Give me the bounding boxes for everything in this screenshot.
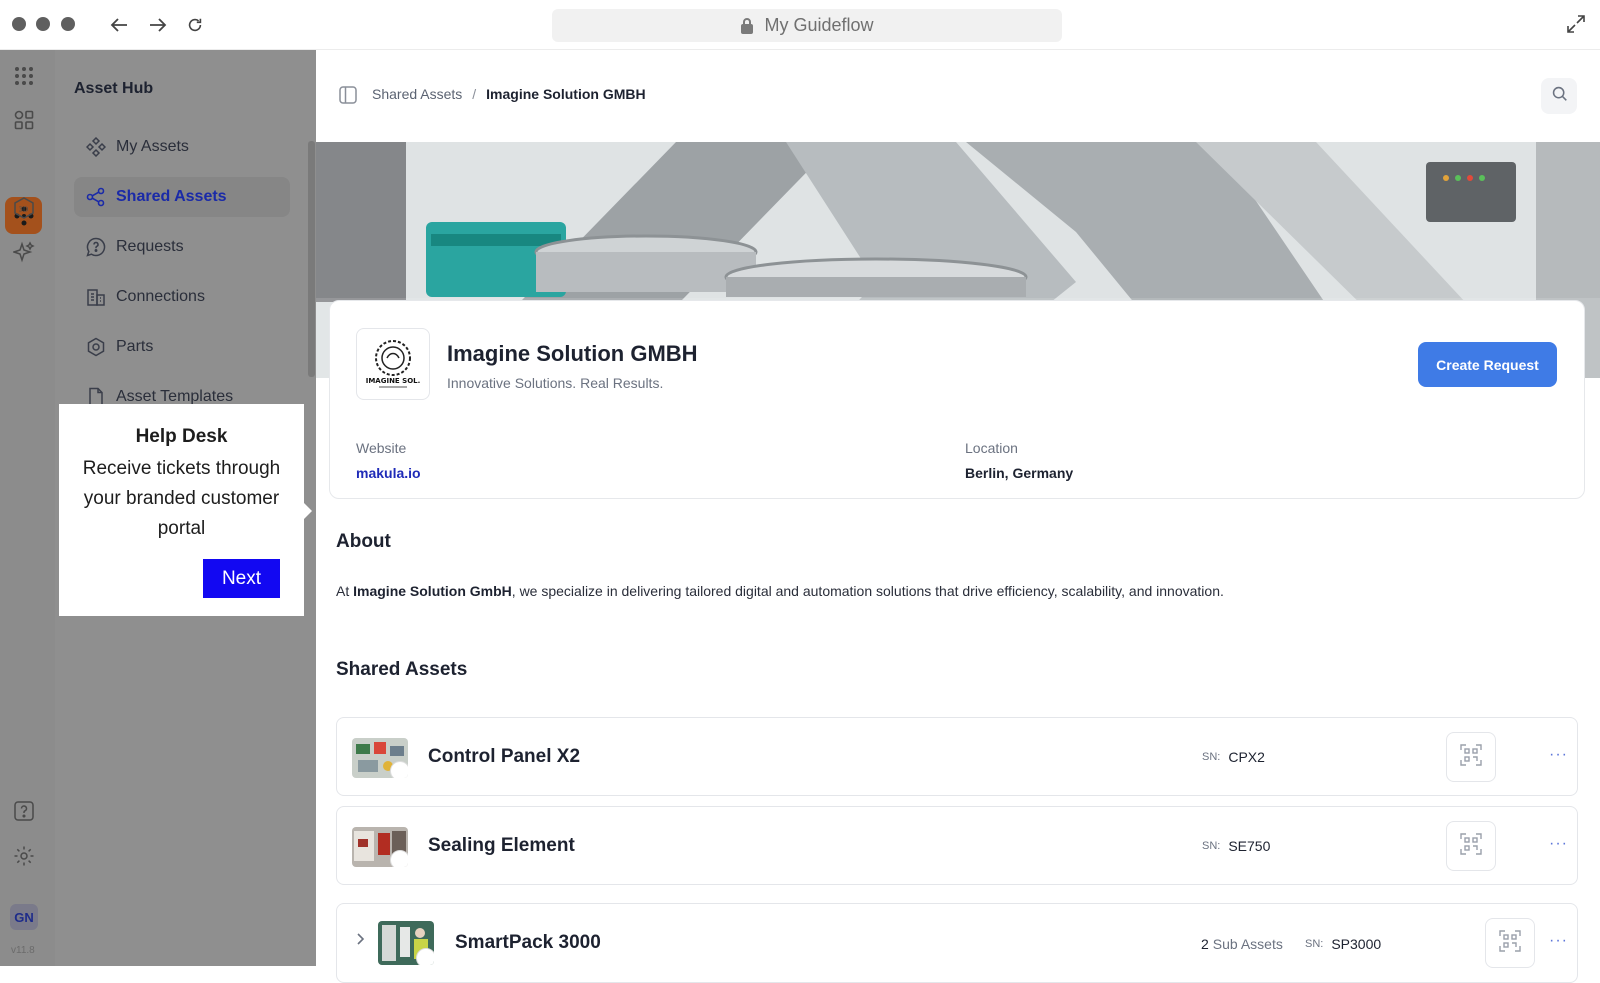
- qr-code-button[interactable]: [1485, 918, 1535, 968]
- reload-icon[interactable]: [182, 12, 208, 38]
- forward-arrow-icon[interactable]: [144, 12, 170, 38]
- asset-thumbnail: [352, 738, 408, 778]
- asset-name[interactable]: Control Panel X2: [428, 746, 580, 768]
- company-name: Imagine Solution GMBH: [447, 341, 698, 366]
- window-close-dot[interactable]: [12, 17, 26, 31]
- qr-code-button[interactable]: [1446, 732, 1496, 782]
- asset-row[interactable]: Sealing Element SN: SE750 ···: [336, 806, 1578, 885]
- address-bar-title: My Guideflow: [764, 15, 874, 35]
- window-maximize-dot[interactable]: [61, 17, 75, 31]
- ai-sparkle-icon[interactable]: [13, 241, 35, 263]
- qr-scan-icon: [1460, 832, 1482, 860]
- company-logo: IMAGINE SOL.: [356, 328, 430, 400]
- location-value: Berlin, Germany: [965, 465, 1074, 481]
- user-avatar[interactable]: GN: [10, 904, 38, 930]
- shared-assets-title: Shared Assets: [336, 659, 468, 680]
- sidebar-item-label: Requests: [116, 238, 184, 255]
- app-icon-rail: 3D: [0, 50, 55, 966]
- create-request-button[interactable]: Create Request: [1418, 342, 1557, 387]
- asset-owner-badge: [390, 850, 408, 867]
- browser-toolbar: My Guideflow: [0, 0, 1600, 50]
- search-icon: [1551, 85, 1568, 107]
- lock-icon: [740, 17, 754, 34]
- 3d-viewer-icon[interactable]: 3D: [13, 197, 35, 219]
- onboarding-tooltip: Help Desk Receive tickets through your b…: [59, 404, 312, 616]
- about-title: About: [336, 531, 391, 552]
- website-link[interactable]: makula.io: [356, 465, 421, 481]
- back-arrow-icon[interactable]: [107, 12, 133, 38]
- company-info-card: [329, 300, 1585, 499]
- sidebar-item-parts[interactable]: Parts: [74, 327, 290, 367]
- breadcrumb-separator: /: [472, 86, 477, 102]
- help-icon[interactable]: [13, 800, 35, 822]
- sidebar-item-label: Shared Assets: [116, 188, 227, 205]
- settings-gear-icon[interactable]: [13, 845, 35, 867]
- more-options-button[interactable]: ···: [1549, 932, 1568, 950]
- sidebar-title: Asset Hub: [74, 80, 154, 97]
- qr-scan-icon: [1499, 929, 1521, 957]
- website-label: Website: [356, 440, 407, 456]
- expand-chevron-icon[interactable]: [353, 932, 367, 951]
- logo-wordmark: IMAGINE SOL.: [366, 377, 421, 385]
- tooltip-next-button[interactable]: Next: [203, 559, 280, 598]
- asset-row[interactable]: SmartPack 3000 2 Sub Assets SN: SP3000 ···: [336, 903, 1578, 983]
- more-options-button[interactable]: ···: [1549, 746, 1568, 764]
- asset-row[interactable]: Control Panel X2 SN: CPX2 ···: [336, 717, 1578, 796]
- breadcrumb-current: Imagine Solution GMBH: [486, 86, 646, 102]
- company-tagline: Innovative Solutions. Real Results.: [447, 375, 664, 391]
- asset-owner-badge: [416, 948, 434, 965]
- asset-thumbnail: [352, 827, 408, 867]
- about-company-name: Imagine Solution GmbH: [353, 583, 512, 599]
- asset-name[interactable]: Sealing Element: [428, 835, 575, 857]
- sidebar-item-label: Connections: [116, 288, 205, 305]
- sidebar-item-requests[interactable]: Requests: [74, 227, 290, 267]
- tooltip-body: Receive tickets through your branded cus…: [82, 458, 281, 539]
- asset-owner-badge: [390, 761, 408, 778]
- sidebar-scrollbar[interactable]: [308, 141, 315, 377]
- apps-grid-icon[interactable]: [13, 65, 35, 87]
- tooltip-title: Help Desk: [135, 426, 228, 447]
- sub-assets-count[interactable]: 2 Sub Assets: [1201, 936, 1283, 952]
- sidebar-item-label: My Assets: [116, 138, 189, 155]
- sidebar-item-shared-assets[interactable]: Shared Assets: [74, 177, 290, 217]
- app-version: v11.8: [11, 945, 35, 956]
- address-bar[interactable]: My Guideflow: [552, 9, 1062, 42]
- breadcrumb: Shared Assets / Imagine Solution GMBH: [372, 86, 646, 102]
- fullscreen-expand-icon[interactable]: [1566, 14, 1586, 39]
- sidebar-item-label: Parts: [116, 338, 154, 355]
- sidebar-item-my-assets[interactable]: My Assets: [74, 127, 290, 167]
- location-label: Location: [965, 440, 1018, 456]
- qr-scan-icon: [1460, 743, 1482, 771]
- breadcrumb-shared-assets[interactable]: Shared Assets: [372, 86, 462, 102]
- asset-serial-number: SN: CPX2: [1202, 749, 1265, 765]
- asset-name[interactable]: SmartPack 3000: [455, 932, 601, 954]
- question-chat-icon: [86, 237, 106, 257]
- sidebar-item-connections[interactable]: Connections: [74, 277, 290, 317]
- building-icon: [86, 287, 106, 307]
- hex-nut-icon: [86, 337, 106, 357]
- svg-text:3D: 3D: [19, 206, 29, 214]
- dashboard-icon[interactable]: [13, 109, 35, 131]
- sidebar-toggle-icon[interactable]: [338, 85, 358, 110]
- diamond-grid-icon: [86, 137, 106, 157]
- share-icon: [86, 187, 106, 207]
- asset-thumbnail: [378, 921, 434, 965]
- asset-serial-number: SN: SP3000: [1305, 936, 1382, 952]
- search-button[interactable]: [1541, 78, 1577, 114]
- more-options-button[interactable]: ···: [1549, 835, 1568, 853]
- about-text: At Imagine Solution GmbH, we specialize …: [336, 583, 1224, 599]
- asset-serial-number: SN: SE750: [1202, 838, 1271, 854]
- window-minimize-dot[interactable]: [36, 17, 50, 31]
- qr-code-button[interactable]: [1446, 821, 1496, 871]
